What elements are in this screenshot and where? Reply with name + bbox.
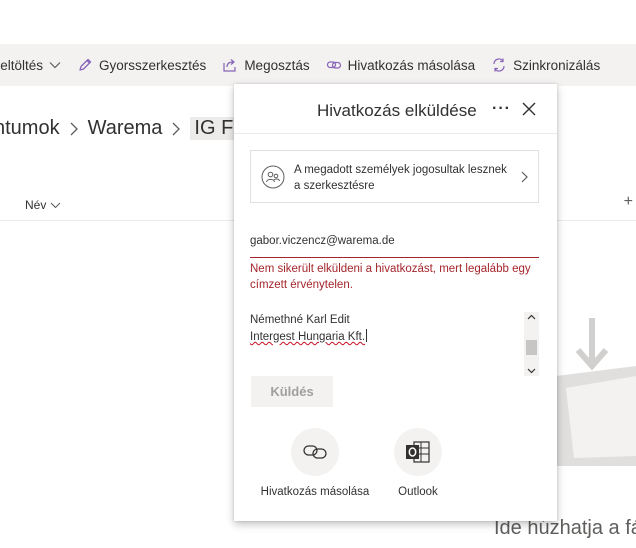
text-cursor: [366, 329, 368, 342]
command-bar: Feltöltés Gyorsszerkesztés Megosztás Hiv…: [0, 44, 636, 86]
sync-icon: [493, 58, 505, 72]
chevron-down-icon: [50, 202, 61, 208]
copy-link-option-label: Hivatkozás másolása: [260, 486, 370, 498]
scroll-up-icon[interactable]: [527, 314, 536, 320]
link-permission-setting[interactable]: A megadott személyek jogosultak lesznek …: [250, 150, 539, 203]
copy-link-label: Hivatkozás másolása: [347, 57, 476, 73]
sync-label: Szinkronizálás: [513, 57, 601, 73]
pencil-icon: [79, 58, 92, 71]
permission-text: A megadott személyek jogosultak lesznek …: [294, 164, 507, 192]
copy-link-circle: [291, 428, 339, 476]
more-options-button[interactable]: ···: [492, 100, 511, 118]
chevron-down-icon: [49, 62, 61, 69]
upload-button[interactable]: Feltöltés: [0, 58, 61, 73]
share-button[interactable]: Megosztás: [222, 57, 310, 73]
chevron-right-icon: [70, 122, 78, 135]
add-column-button[interactable]: +: [624, 193, 633, 211]
breadcrumb: ntumok Warema IG Fl: [0, 117, 242, 140]
column-name-label: Név: [25, 198, 47, 212]
message-line: Némethné Karl Edit: [250, 314, 350, 326]
share-icon: [223, 59, 236, 72]
scrollbar-thumb[interactable]: [526, 340, 537, 355]
chevron-right-icon: [521, 171, 528, 183]
outlook-option[interactable]: Outlook: [384, 428, 452, 498]
send-link-dialog: Hivatkozás elküldése ··· A megadott szem…: [234, 84, 557, 521]
message-scrollbar[interactable]: [524, 312, 539, 376]
breadcrumb-item[interactable]: ntumok: [0, 117, 60, 140]
breadcrumb-item[interactable]: Warema: [88, 117, 163, 140]
drop-folder-illustration: [556, 318, 636, 466]
message-textarea[interactable]: Némethné Karl Edit Intergest Hungaria Kf…: [250, 312, 539, 376]
quick-edit-label: Gyorsszerkesztés: [99, 57, 207, 73]
dialog-divider: [234, 133, 557, 134]
scroll-down-icon[interactable]: [527, 368, 536, 374]
recipient-input[interactable]: gabor.viczencz@warema.de: [250, 233, 539, 258]
outlook-icon: [406, 441, 430, 463]
people-icon: [261, 165, 285, 189]
sync-button[interactable]: Szinkronizálás: [491, 57, 600, 73]
link-icon: [326, 61, 341, 69]
link-icon: [303, 445, 327, 459]
copy-link-option[interactable]: Hivatkozás másolása: [260, 428, 370, 498]
send-button[interactable]: Küldés: [251, 376, 333, 407]
message-line: Intergest Hungaria Kft.: [250, 331, 366, 343]
share-label: Megosztás: [244, 57, 310, 73]
outlook-circle: [394, 428, 442, 476]
message-line-wrap: Intergest Hungaria Kft.: [250, 329, 539, 346]
error-message: Nem sikerült elküldeni a hivatkozást, me…: [250, 263, 531, 291]
chevron-right-icon: [172, 122, 181, 135]
dialog-title: Hivatkozás elküldése: [317, 101, 477, 120]
copy-link-button[interactable]: Hivatkozás másolása: [326, 57, 476, 73]
column-name-header[interactable]: Név: [25, 198, 61, 212]
sharepoint-page: Feltöltés Gyorsszerkesztés Megosztás Hiv…: [0, 0, 636, 548]
outlook-option-label: Outlook: [398, 486, 438, 498]
upload-label: Feltöltés: [0, 57, 44, 73]
close-icon[interactable]: [522, 102, 536, 116]
quick-edit-button[interactable]: Gyorsszerkesztés: [77, 57, 206, 73]
